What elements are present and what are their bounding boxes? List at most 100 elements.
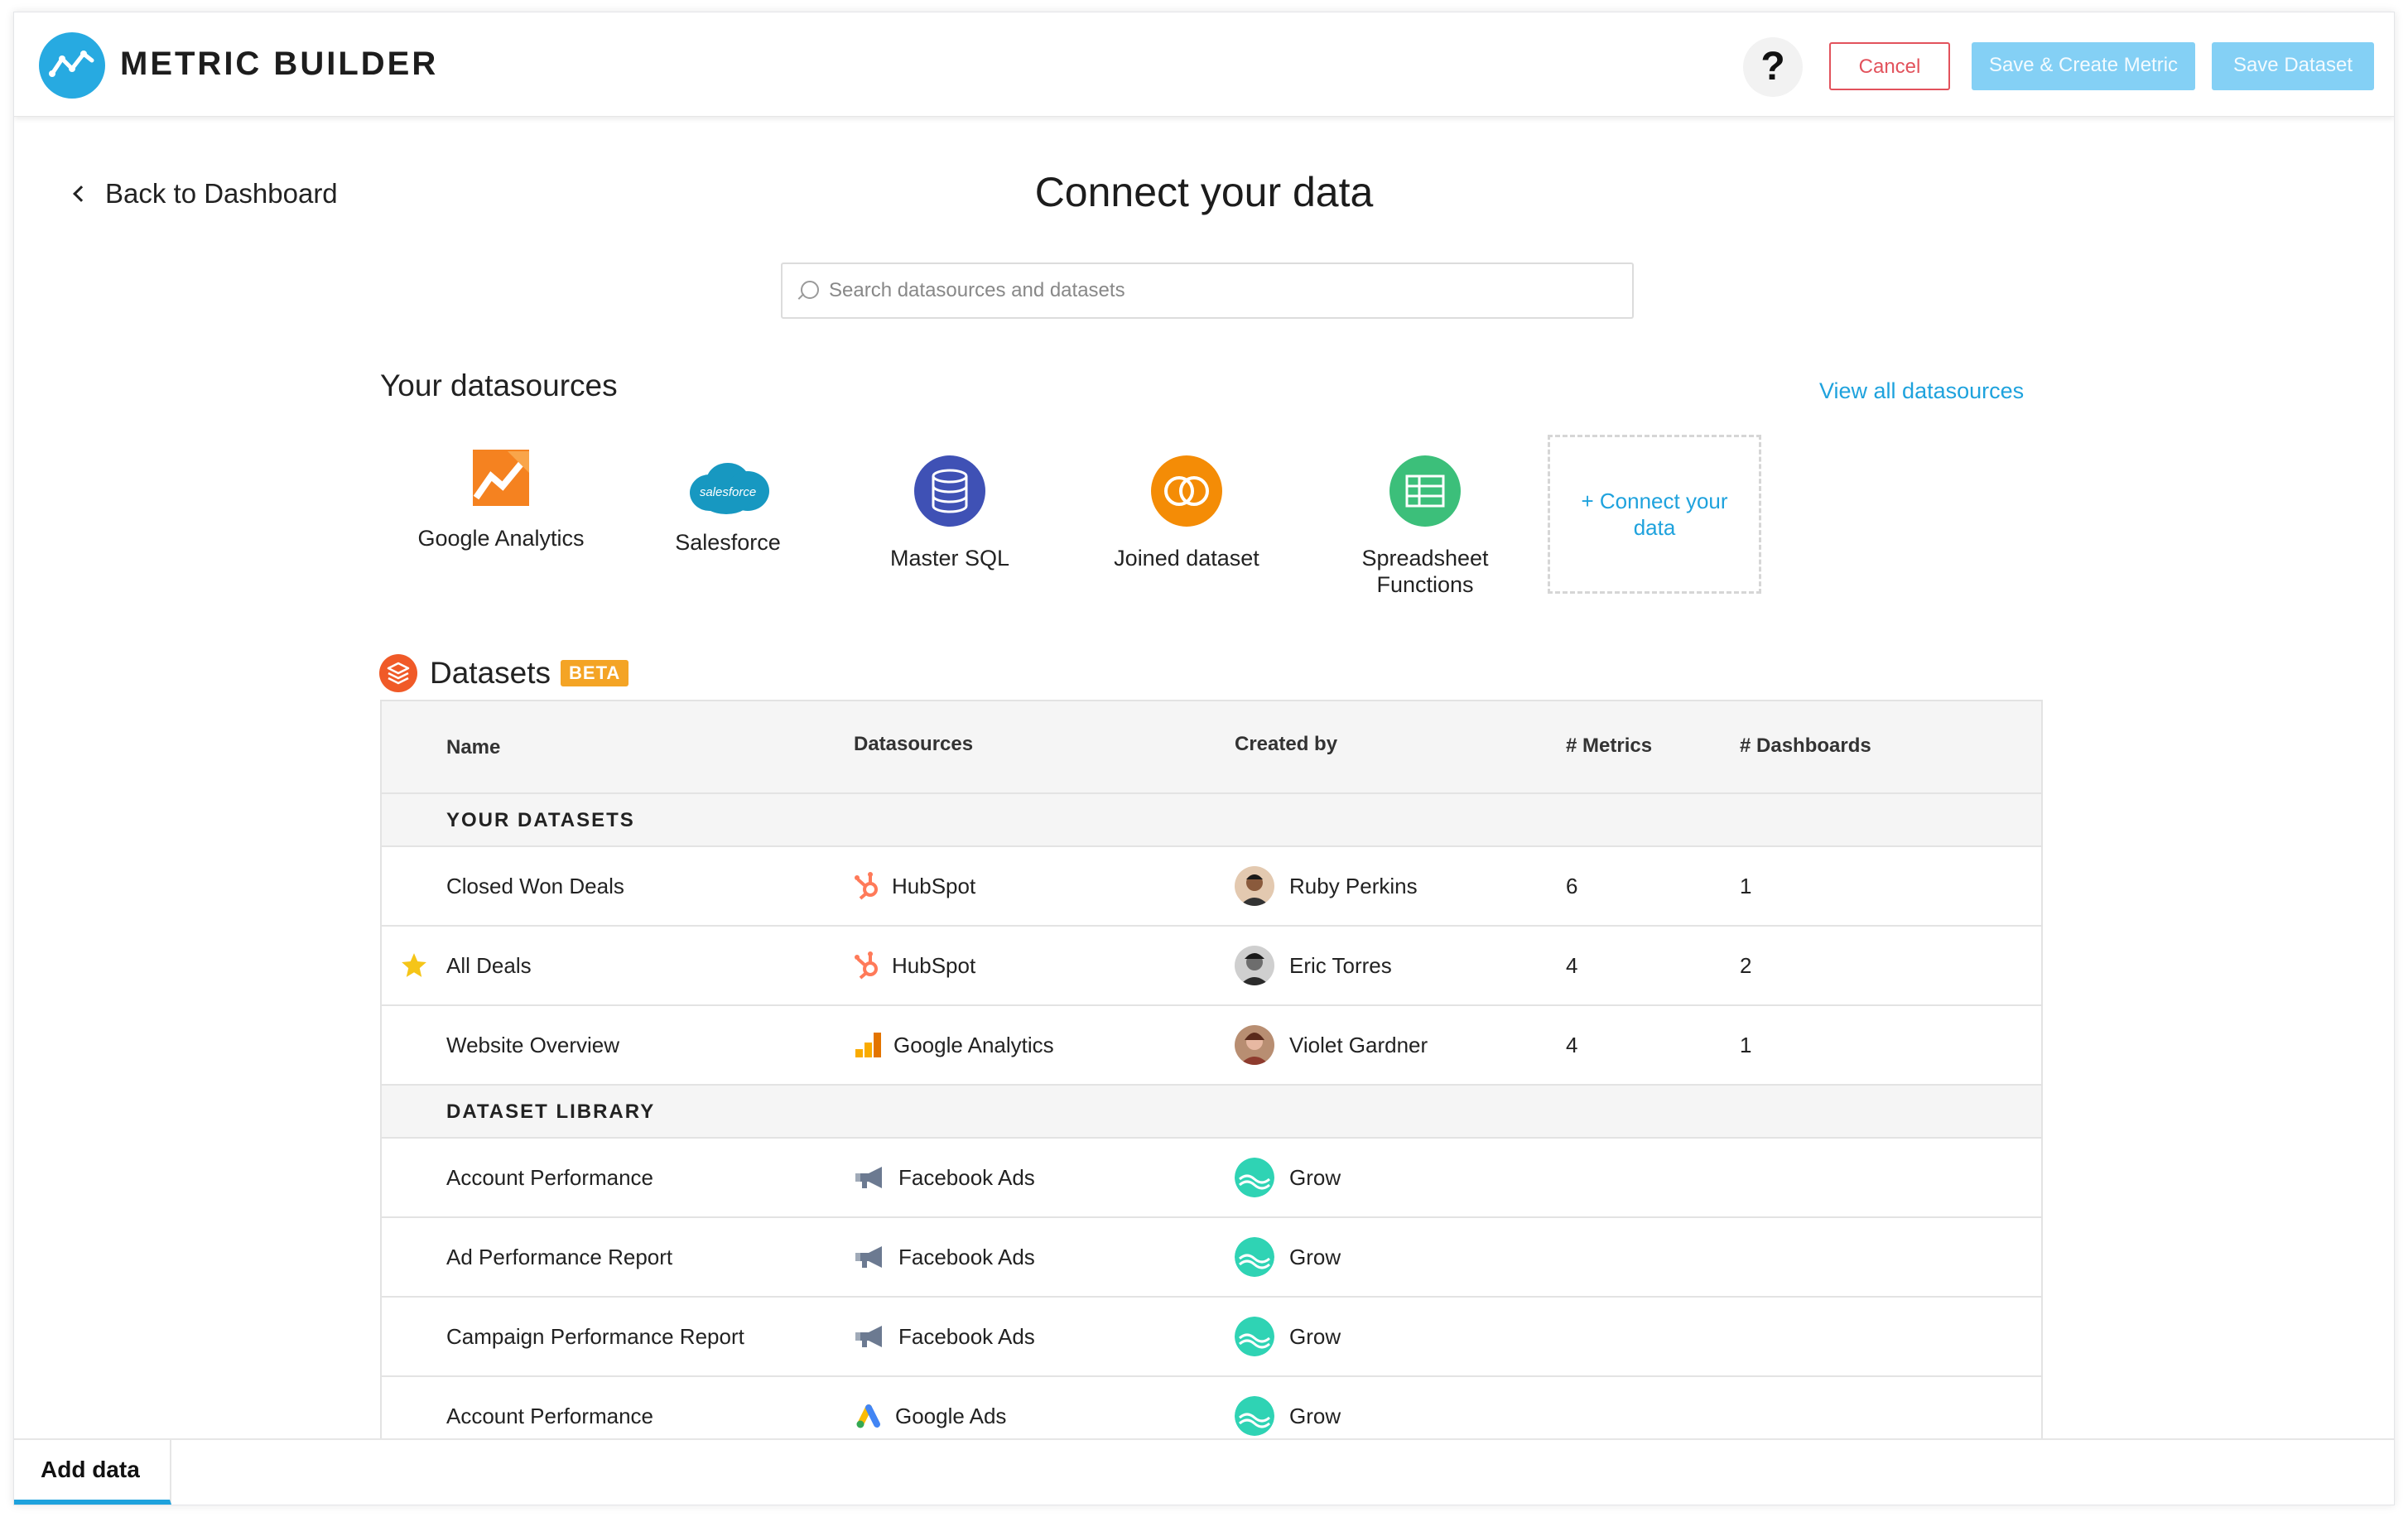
save-create-metric-button[interactable]: Save & Create Metric <box>1972 42 2195 90</box>
column-header-dashboards[interactable]: # Dashboards <box>1740 734 1871 758</box>
dataset-name: Campaign Performance Report <box>446 1323 744 1349</box>
source-name: Facebook Ads <box>898 1323 1035 1349</box>
column-header-name[interactable]: Name <box>446 736 500 759</box>
bottom-tab-bar: Add data <box>14 1438 2394 1505</box>
metrics-count: 4 <box>1566 1032 1578 1057</box>
hubspot-icon <box>855 951 878 980</box>
creator-name: Grow <box>1289 1244 1341 1269</box>
creator-name: Grow <box>1289 1164 1341 1190</box>
avatar <box>1235 946 1274 985</box>
google-ads-icon <box>856 1404 880 1428</box>
salesforce-icon: salesforce <box>685 460 771 518</box>
group-label: YOUR DATASETS <box>446 809 635 831</box>
beta-badge: BETA <box>561 660 629 686</box>
dataset-creator: Eric Torres <box>1235 927 1392 1004</box>
connect-label-line2: data <box>1633 515 1676 540</box>
table-row[interactable]: Ad Performance Report Facebook Ads Grow <box>382 1218 2041 1298</box>
source-name: Facebook Ads <box>898 1244 1035 1269</box>
group-dataset-library: DATASET LIBRARY <box>382 1086 2041 1139</box>
table-row[interactable]: All Deals HubSpot Eric Torres 4 2 <box>382 927 2041 1006</box>
joined-dataset-icon <box>1087 455 1286 533</box>
datasource-master-sql[interactable]: Master SQL <box>850 455 1049 571</box>
table-row[interactable]: Website Overview Google Analytics Violet… <box>382 1006 2041 1086</box>
creator-name: Grow <box>1289 1323 1341 1349</box>
datasources-title: Your datasources <box>380 368 618 402</box>
table-header: Name Datasources Created by # Metrics # … <box>382 701 2041 794</box>
table-row[interactable]: Account Performance Facebook Ads Grow <box>382 1139 2041 1218</box>
datasource-label: Joined dataset <box>1114 546 1259 571</box>
cancel-button[interactable]: Cancel <box>1829 42 1950 90</box>
avatar <box>1235 1025 1274 1065</box>
grow-logo-icon <box>1235 1237 1274 1277</box>
column-header-datasources[interactable]: Datasources <box>854 733 973 756</box>
source-name: HubSpot <box>892 873 976 898</box>
brand-name: METRIC BUILDER <box>120 46 439 82</box>
dataset-source: Facebook Ads <box>854 1298 1035 1375</box>
avatar <box>1235 866 1274 906</box>
connect-label-line1: + Connect your <box>1581 489 1728 513</box>
google-analytics-icon <box>402 448 600 513</box>
dataset-creator: Violet Gardner <box>1235 1006 1428 1084</box>
megaphone-icon <box>855 1167 882 1188</box>
dashboards-count: 1 <box>1740 873 1752 898</box>
creator-name: Grow <box>1289 1403 1341 1428</box>
datasets-title: Datasets <box>430 656 551 690</box>
datasets-header: Datasets BETA <box>378 653 629 693</box>
page-title: Connect your data <box>1034 169 1374 215</box>
dataset-source: HubSpot <box>854 847 975 925</box>
spreadsheet-icon <box>1326 455 1524 533</box>
table-row[interactable]: Closed Won Deals HubSpot Ruby Perkins 6 … <box>382 847 2041 927</box>
dataset-name: Account Performance <box>446 1164 654 1190</box>
dataset-name: Closed Won Deals <box>446 873 624 898</box>
datasource-label: Google Analytics <box>417 526 585 551</box>
dataset-name: All Deals <box>446 952 532 978</box>
dataset-creator: Grow <box>1235 1298 1341 1375</box>
datasource-google-analytics[interactable]: Google Analytics <box>402 448 600 551</box>
datasource-label: Salesforce <box>675 530 781 555</box>
datasets-table: Name Datasources Created by # Metrics # … <box>380 700 2043 1478</box>
metric-builder-logo-icon <box>39 32 105 99</box>
creator-name: Ruby Perkins <box>1289 873 1418 898</box>
salesforce-logo-text: salesforce <box>699 485 757 499</box>
grow-logo-icon <box>1235 1158 1274 1197</box>
save-dataset-button[interactable]: Save Dataset <box>2212 42 2374 90</box>
dataset-creator: Ruby Perkins <box>1235 847 1418 925</box>
source-name: HubSpot <box>892 952 976 978</box>
source-name: Facebook Ads <box>898 1164 1035 1190</box>
dashboards-count: 1 <box>1740 1032 1752 1057</box>
dataset-name: Website Overview <box>446 1032 620 1057</box>
help-button[interactable]: ? <box>1743 37 1803 97</box>
database-icon <box>850 455 1049 533</box>
dataset-creator: Grow <box>1235 1139 1341 1216</box>
star-icon[interactable] <box>400 951 428 980</box>
google-analytics-icon <box>855 1033 881 1057</box>
datasource-label: Spreadsheet Functions <box>1326 545 1524 598</box>
megaphone-icon <box>855 1326 882 1347</box>
datasource-salesforce[interactable]: salesforce Salesforce <box>628 460 827 556</box>
datasource-joined-dataset[interactable]: Joined dataset <box>1087 455 1286 571</box>
metrics-count: 6 <box>1566 873 1578 898</box>
datasource-label-line1: Spreadsheet <box>1361 546 1489 571</box>
group-your-datasets: YOUR DATASETS <box>382 794 2041 847</box>
column-header-metrics[interactable]: # Metrics <box>1566 734 1652 758</box>
dataset-creator: Grow <box>1235 1218 1341 1296</box>
source-name: Google Ads <box>895 1403 1007 1428</box>
search-input[interactable] <box>829 264 1607 317</box>
datasource-spreadsheet-functions[interactable]: Spreadsheet Functions <box>1326 455 1524 598</box>
dataset-source: Google Analytics <box>854 1006 1054 1084</box>
group-label: DATASET LIBRARY <box>446 1100 656 1123</box>
datasource-label-line2: Functions <box>1376 572 1474 597</box>
dataset-source: Facebook Ads <box>854 1218 1035 1296</box>
column-header-created-by[interactable]: Created by <box>1235 733 1337 756</box>
view-all-datasources-link[interactable]: View all datasources <box>1819 378 2024 404</box>
search-box <box>781 262 1634 319</box>
creator-name: Violet Gardner <box>1289 1032 1428 1057</box>
grow-logo-icon <box>1235 1317 1274 1356</box>
dataset-name: Ad Performance Report <box>446 1244 673 1269</box>
creator-name: Eric Torres <box>1289 952 1392 978</box>
table-row[interactable]: Campaign Performance Report Facebook Ads… <box>382 1298 2041 1377</box>
dataset-source: HubSpot <box>854 927 975 1004</box>
connect-data-button[interactable]: + Connect your data <box>1548 435 1761 594</box>
dashboards-count: 2 <box>1740 952 1752 978</box>
tab-add-data[interactable]: Add data <box>14 1440 171 1505</box>
